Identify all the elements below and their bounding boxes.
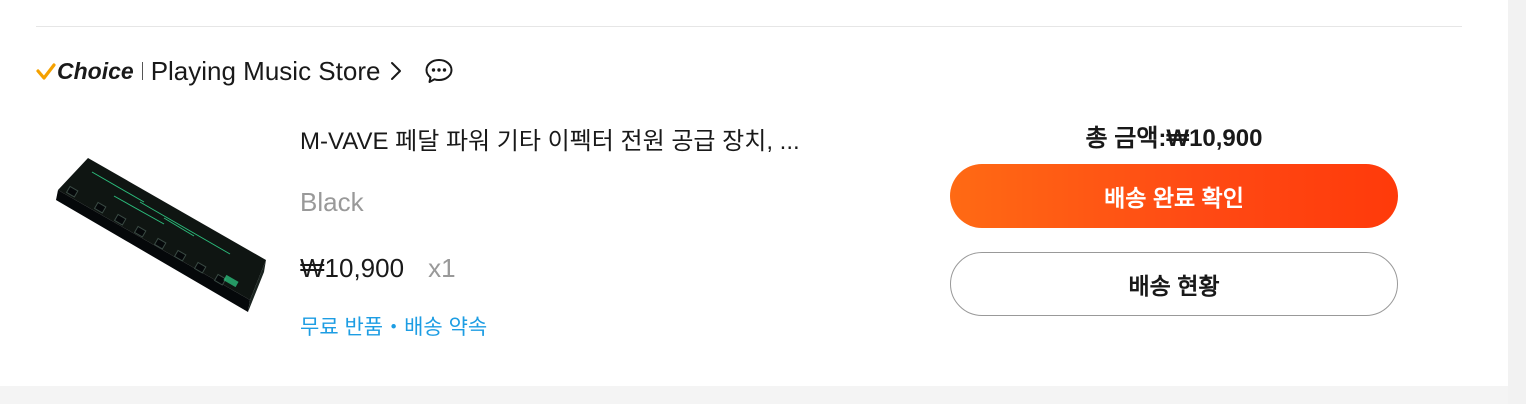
store-header: Choice Playing Music Store <box>36 54 454 88</box>
bottom-divider <box>0 386 1508 404</box>
checkmark-icon <box>36 63 56 80</box>
store-name-link[interactable]: Playing Music Store <box>151 56 381 87</box>
price-row: ₩10,900 x1 <box>300 253 456 284</box>
product-variant: Black <box>300 187 364 217</box>
product-price: ₩10,900 <box>300 253 405 283</box>
order-total: 총 금액:₩10,900 <box>1085 125 1263 152</box>
choice-badge: Choice <box>36 58 134 85</box>
page-scroll-gutter <box>1508 0 1526 404</box>
track-shipment-button[interactable]: 배송 현황 <box>950 252 1398 316</box>
chevron-right-icon[interactable] <box>388 60 404 82</box>
product-image[interactable] <box>44 150 266 320</box>
product-quantity: x1 <box>428 253 456 283</box>
promo-text: 무료 반품・배송 약속 <box>300 316 488 339</box>
top-divider <box>36 26 1462 27</box>
confirm-delivery-button[interactable]: 배송 완료 확인 <box>950 164 1398 228</box>
product-title[interactable]: M-VAVE 페달 파워 기타 이펙터 전원 공급 장치, ... <box>300 121 800 156</box>
chat-icon[interactable] <box>424 57 454 85</box>
choice-badge-label: Choice <box>57 57 134 84</box>
badge-separator <box>141 62 143 80</box>
